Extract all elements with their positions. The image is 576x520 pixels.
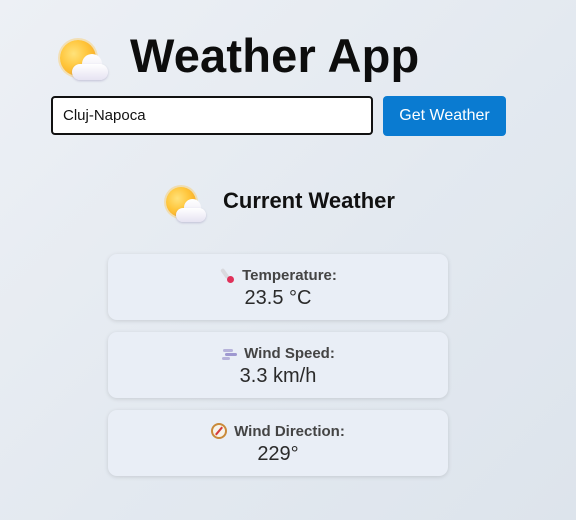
temperature-label: Temperature:: [242, 266, 337, 284]
temperature-card: Temperature: 23.5 °C: [108, 254, 448, 320]
wind-direction-card: Wind Direction: 229°: [108, 410, 448, 476]
sun-behind-cloud-icon: [164, 184, 208, 224]
wind-direction-value: 229°: [257, 443, 299, 465]
thermometer-icon: [219, 267, 235, 283]
temperature-label-row: Temperature:: [108, 266, 448, 284]
city-search-input[interactable]: [51, 96, 373, 135]
wind-speed-label-row: Wind Speed:: [108, 344, 448, 362]
wind-direction-label-row: Wind Direction:: [108, 422, 448, 440]
wind-speed-value: 3.3 km/h: [239, 365, 317, 387]
wind-speed-label: Wind Speed:: [244, 344, 335, 362]
sun-behind-cloud-icon: [58, 36, 110, 82]
wind-speed-card: Wind Speed: 3.3 km/h: [108, 332, 448, 398]
current-weather-heading: Current Weather: [223, 188, 395, 213]
compass-icon: [211, 423, 228, 439]
app-title: Weather App: [130, 29, 420, 82]
wind-direction-label: Wind Direction:: [234, 422, 345, 440]
temperature-value: 23.5 °C: [244, 287, 312, 309]
wind-icon: [221, 345, 238, 361]
get-weather-button[interactable]: Get Weather: [383, 96, 506, 136]
